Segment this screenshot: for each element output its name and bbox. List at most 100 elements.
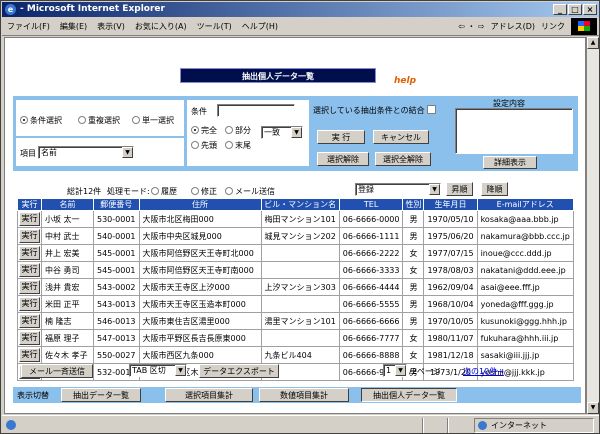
address-label[interactable]: アドレス(D) <box>491 21 535 32</box>
tab-extract-data[interactable]: 抽出データ一覧 <box>61 388 141 402</box>
cancel-button[interactable]: キャンセル <box>373 130 429 144</box>
menu-view[interactable]: 表示(V) <box>92 21 130 32</box>
table-row: 実行 井上 宏美 545-0001 大阪市阿倍野区天王寺町北000 06-6666-22… <box>17 244 574 262</box>
row-exec-button[interactable]: 実行 <box>19 280 40 294</box>
minimize-button[interactable]: _ <box>553 4 567 15</box>
row-exec-button[interactable]: 実行 <box>19 212 40 226</box>
menu-bar: ファイル(F) 編集(E) 表示(V) お気に入り(A) ツール(T) ヘルプ(… <box>2 17 599 36</box>
page-select[interactable]: 1 ▼ <box>383 364 407 377</box>
radio-mode-history[interactable] <box>151 187 159 195</box>
links-label[interactable]: リンク <box>541 21 565 32</box>
menu-favorites[interactable]: お気に入り(A) <box>130 21 192 32</box>
table-row: 実行 中村 武士 540-0001 大阪市中央区城見000 城見マンション202 06-6… <box>17 227 574 245</box>
table-row: 実行 小坂 太一 530-0001 大阪市北区梅田000 梅田マンション101 06-66… <box>17 210 574 228</box>
combine-checkbox[interactable] <box>427 105 437 114</box>
row-exec-button[interactable]: 実行 <box>19 297 40 311</box>
page-content: 抽出個人データ一覧 help 条件選択 重複選択 単一選択 項目 名前 ▼ 条件… <box>4 37 586 414</box>
back-forward-buttons[interactable]: ⇦ ・ ⇨ <box>458 21 485 32</box>
table-row: 実行 米田 正平 543-0013 大阪市天王寺区玉造本町000 06-6666-555… <box>17 295 574 313</box>
cell-zip: 545-0001 <box>93 244 140 262</box>
export-button[interactable]: データエクスポート <box>199 364 279 378</box>
cell-address: 大阪市西区九条000 <box>138 346 262 364</box>
tab-personal-data[interactable]: 抽出個人データ一覧 <box>361 388 457 402</box>
scroll-up-icon[interactable]: ▲ <box>587 37 599 49</box>
header-building: ビル・マンション名 <box>260 198 340 211</box>
execute-button[interactable]: 実 行 <box>317 130 365 144</box>
radio-mode-edit[interactable] <box>191 187 199 195</box>
header-email: E-mailアドレス <box>476 198 574 211</box>
scroll-down-icon[interactable]: ▼ <box>587 402 599 414</box>
cell-birth: 1978/08/03 <box>423 261 478 279</box>
sort-select[interactable]: 登録 ▼ <box>355 183 441 196</box>
cell-email: asai@eee.fff.jp <box>476 278 574 296</box>
cell-tel: 06-6666-8888 <box>338 346 404 364</box>
cell-email: fukuhara@hhh.iii.jp <box>476 329 574 347</box>
vertical-scrollbar[interactable]: ▲ ▼ <box>586 37 599 414</box>
maximize-button[interactable]: □ <box>568 4 582 15</box>
cell-name: 浅井 貴宏 <box>41 278 94 296</box>
cell-name: 福原 理子 <box>41 329 94 347</box>
cell-tel: 06-6666-7777 <box>338 329 404 347</box>
cell-sex: 男 <box>402 278 425 296</box>
radio-mode-mail[interactable] <box>225 187 233 195</box>
cell-tel: 06-6666-1111 <box>338 227 404 245</box>
cell-building: 上汐マンション303 <box>260 278 340 296</box>
menu-tools[interactable]: ツール(T) <box>192 21 237 32</box>
globe-icon <box>478 421 487 430</box>
settings-textarea[interactable] <box>455 108 573 154</box>
row-exec-button[interactable]: 実行 <box>19 331 40 345</box>
page-done-icon <box>6 420 16 430</box>
title-bar: e - Microsoft Internet Explorer _ □ × <box>2 2 599 17</box>
item-label: 項目 <box>20 149 36 158</box>
cell-sex: 男 <box>402 312 425 330</box>
asc-button[interactable]: 昇順 <box>446 182 473 196</box>
cell-sex: 女 <box>402 329 425 347</box>
cell-building <box>260 329 340 347</box>
cell-building: 城見マンション202 <box>260 227 340 245</box>
detail-button[interactable]: 詳細表示 <box>483 156 537 169</box>
cell-email: kusunoki@ggg.hhh.jp <box>476 312 574 330</box>
item-select[interactable]: 名前 ▼ <box>38 146 134 159</box>
next-page-link[interactable]: 次の10件→ <box>463 366 504 377</box>
cell-birth: 1981/12/18 <box>423 346 478 364</box>
cell-birth: 1975/06/20 <box>423 227 478 245</box>
cell-zip: 545-0001 <box>93 261 140 279</box>
close-button[interactable]: × <box>583 4 597 15</box>
cell-zip: 543-0002 <box>93 278 140 296</box>
chevron-down-icon: ▼ <box>291 127 302 138</box>
chevron-down-icon: ▼ <box>395 365 406 376</box>
radio-condition-select[interactable] <box>20 116 28 124</box>
cell-sex: 女 <box>402 346 425 364</box>
row-exec-button[interactable]: 実行 <box>19 348 40 362</box>
radio-duplicate-select[interactable] <box>78 116 86 124</box>
radio-match-prefix[interactable] <box>191 141 199 149</box>
row-exec-button[interactable]: 実行 <box>19 263 40 277</box>
chevron-down-icon: ▼ <box>122 147 133 158</box>
cell-email: yoneda@fff.ggg.jp <box>476 295 574 313</box>
menu-help[interactable]: ヘルプ(H) <box>237 21 283 32</box>
delimiter-select[interactable]: TAB 区切 ▼ <box>129 364 187 377</box>
header-sex: 性別 <box>402 198 425 211</box>
match-mode-select[interactable]: 一致 ▼ <box>261 126 303 139</box>
table-row: 実行 福原 理子 547-0013 大阪市平野区長吉長原東000 06-6666-777… <box>17 329 574 347</box>
desc-button[interactable]: 降順 <box>481 182 508 196</box>
tab-selected-summary[interactable]: 選択項目集計 <box>165 388 253 402</box>
cell-address: 大阪市天王寺区上汐000 <box>138 278 262 296</box>
row-exec-button[interactable]: 実行 <box>19 229 40 243</box>
row-exec-button[interactable]: 実行 <box>19 246 40 260</box>
cell-zip: 543-0013 <box>93 295 140 313</box>
help-link[interactable]: help <box>394 76 416 86</box>
clear-all-button[interactable]: 選択全解除 <box>375 152 431 166</box>
clear-selection-button[interactable]: 選択解除 <box>317 152 369 166</box>
menu-edit[interactable]: 編集(E) <box>55 21 92 32</box>
bulk-mail-button[interactable]: メール一斉送信 <box>21 364 93 378</box>
radio-single-select[interactable] <box>132 116 140 124</box>
condition-box: 条件 完全 部分 先頭 末尾 一致 ▼ <box>187 100 309 166</box>
tab-numeric-summary[interactable]: 数値項目集計 <box>259 388 349 402</box>
row-exec-button[interactable]: 実行 <box>19 314 40 328</box>
menu-file[interactable]: ファイル(F) <box>2 21 55 32</box>
condition-input[interactable] <box>217 104 295 117</box>
radio-match-complete[interactable] <box>191 126 199 134</box>
radio-match-partial[interactable] <box>225 126 233 134</box>
radio-match-suffix[interactable] <box>225 141 233 149</box>
